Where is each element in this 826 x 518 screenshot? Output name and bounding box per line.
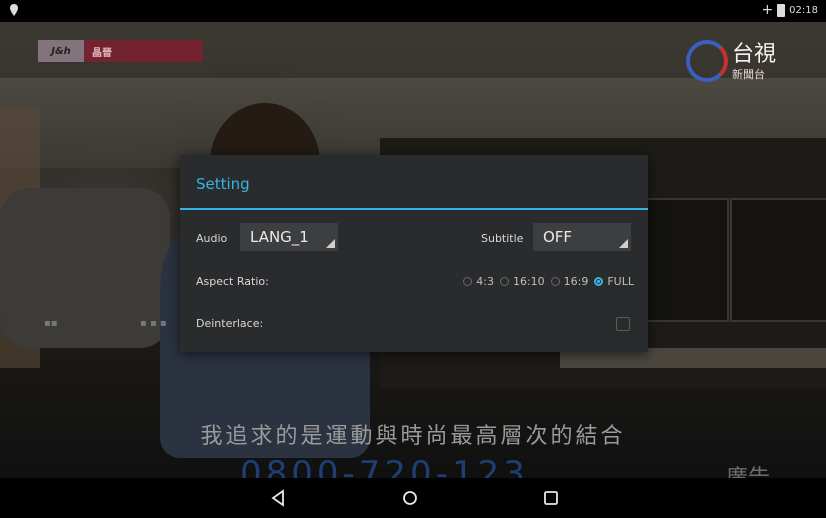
aspect-option-label: 16:10 xyxy=(512,275,545,288)
recents-square-icon[interactable] xyxy=(541,488,561,508)
channel-logo-part1: J&h xyxy=(51,45,71,57)
video-phone-number: 0800-720-123 xyxy=(240,454,529,480)
video-background xyxy=(730,198,826,322)
tv-logo-emblem xyxy=(686,40,728,82)
settings-dialog: Setting Audio LANG_1 Subtitle OFF Aspect… xyxy=(180,155,648,352)
aspect-ratio-label: Aspect Ratio: xyxy=(196,275,269,288)
audio-spinner[interactable]: LANG_1 xyxy=(240,223,338,251)
video-subtitle: 我追求的是運動與時尚最高層次的結合 xyxy=(200,424,626,449)
audio-subtitle-row: Audio LANG_1 Subtitle OFF xyxy=(180,223,648,253)
navigation-bar xyxy=(0,478,826,518)
audio-spinner-value: LANG_1 xyxy=(250,228,309,246)
status-clock: 02:18 xyxy=(789,4,818,16)
tv-logo-line1: 台視 xyxy=(732,42,777,67)
subtitle-spinner-value: OFF xyxy=(543,228,573,246)
channel-logo-part2: 晶晉 xyxy=(92,47,112,59)
aspect-option-16-9[interactable]: 16:9 xyxy=(550,275,589,288)
radio-button-icon xyxy=(499,277,509,286)
dialog-title-divider xyxy=(180,208,648,210)
channel-logo: J&h 晶晉 xyxy=(38,40,203,62)
subtitle-spinner[interactable]: OFF xyxy=(533,223,631,251)
status-bar: + 02:18 xyxy=(0,0,826,22)
radio-button-icon xyxy=(550,277,560,286)
subtitle-label: Subtitle xyxy=(481,232,524,245)
radio-button-selected-icon xyxy=(594,277,604,286)
aspect-option-label: 16:9 xyxy=(563,275,589,288)
battery-icon xyxy=(777,3,786,17)
video-ad-label: 廣告 xyxy=(726,466,771,480)
deinterlace-label: Deinterlace: xyxy=(196,317,264,330)
aspect-ratio-row: Aspect Ratio: 4:3 16:10 16:9 FULL xyxy=(180,275,648,291)
dropdown-triangle-icon xyxy=(619,239,628,248)
deinterlace-row: Deinterlace: xyxy=(180,317,648,333)
aspect-option-4-3[interactable]: 4:3 xyxy=(463,275,494,288)
aspect-ratio-radio-group: 4:3 16:10 16:9 FULL xyxy=(463,275,634,288)
back-triangle-icon[interactable] xyxy=(268,488,288,508)
deinterlace-checkbox[interactable] xyxy=(616,317,630,331)
aspect-option-label: FULL xyxy=(607,275,634,288)
dialog-title: Setting xyxy=(196,175,250,193)
aspect-option-16-10[interactable]: 16:10 xyxy=(499,275,545,288)
tv-logo-line2: 新聞台 xyxy=(732,68,765,81)
radio-button-icon xyxy=(463,277,473,286)
dropdown-triangle-icon xyxy=(326,239,335,248)
video-background: ▪ ▪ ▪ xyxy=(140,318,167,329)
location-icon xyxy=(10,4,18,16)
tv-station-logo: 台視 新聞台 xyxy=(686,36,806,92)
aspect-option-label: 4:3 xyxy=(476,275,494,288)
screen: ▪▪ ▪ ▪ ▪ J&h 晶晉 台視 新聞台 我追求的是運動與時尚最高層次的結合… xyxy=(0,0,826,518)
video-background: ▪▪ xyxy=(44,318,58,329)
home-circle-icon[interactable] xyxy=(400,488,420,508)
audio-label: Audio xyxy=(196,232,228,245)
plus-icon: + xyxy=(761,2,774,18)
aspect-option-full[interactable]: FULL xyxy=(594,275,634,288)
status-icons: + 02:18 xyxy=(761,3,818,17)
